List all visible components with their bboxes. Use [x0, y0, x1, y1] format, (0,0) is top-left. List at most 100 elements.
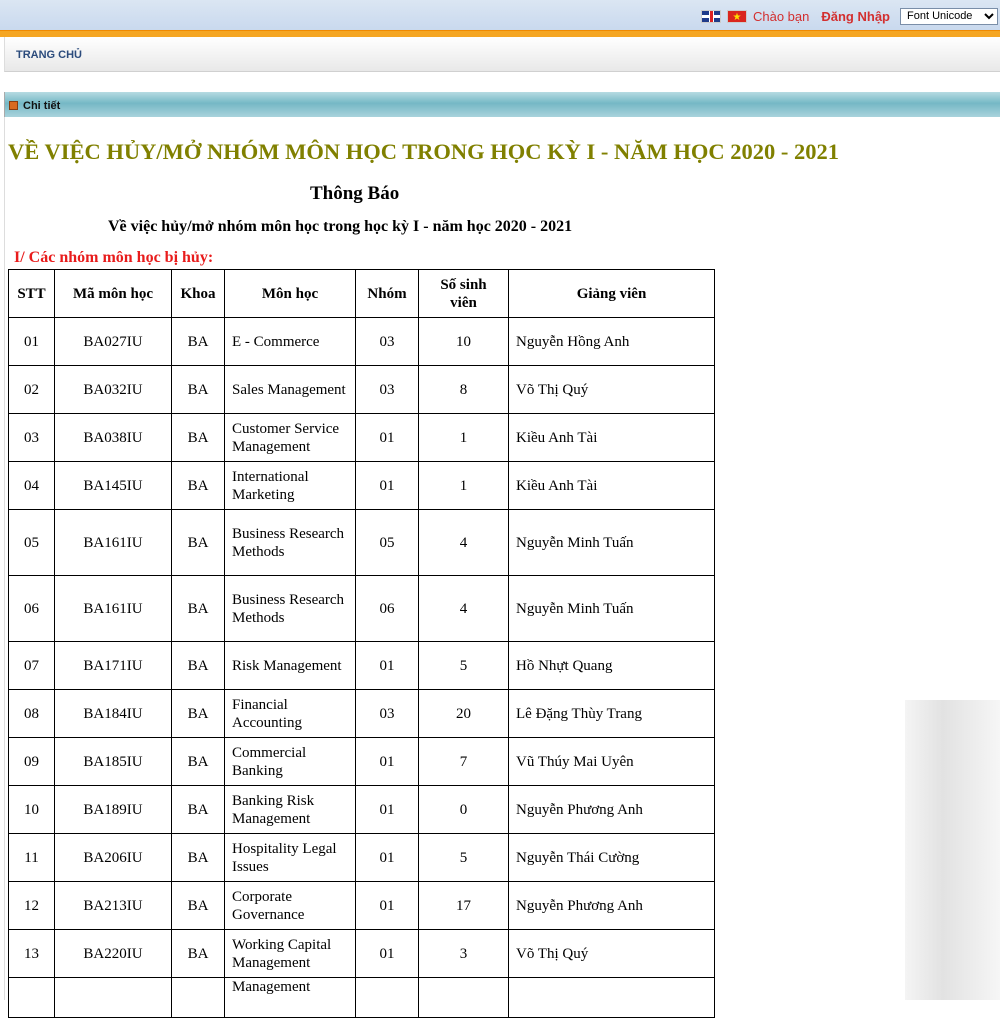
row-course-code: BA038IU	[54, 413, 172, 462]
row-stt: 03	[8, 413, 55, 462]
row-faculty: BA	[171, 881, 225, 930]
row-lecturer: Kiều Anh Tài	[508, 461, 715, 510]
article-headline: VỀ VIỆC HỦY/MỞ NHÓM MÔN HỌC TRONG HỌC KỲ…	[8, 139, 840, 164]
row-faculty: BA	[171, 833, 225, 882]
section-header: Chi tiết	[4, 92, 1000, 117]
row-lecturer: Nguyễn Phương Anh	[508, 881, 715, 930]
row-student-count: 0	[418, 785, 509, 834]
cancelled-groups-label: I/ Các nhóm môn học bị hủy:	[14, 249, 214, 266]
row-course-name: Business Research Methods	[224, 509, 356, 576]
table-row: 06 BA161IU BA Business Research Methods 06 4 N…	[8, 575, 715, 642]
table-row: 02 BA032IU BA Sales Management 03 8 Võ Thị Quý	[8, 365, 715, 414]
row-faculty: BA	[171, 413, 225, 462]
row-stt: 07	[8, 641, 55, 690]
row-student-count: 7	[418, 737, 509, 786]
font-select[interactable]: Font Unicode	[900, 7, 998, 25]
row-lecturer: Võ Thị Quý	[508, 929, 715, 978]
row-course-code: BA206IU	[54, 833, 172, 882]
row-lecturer: Nguyễn Hồng Anh	[508, 317, 715, 366]
row-faculty	[171, 977, 225, 1018]
row-course-name: Corporate Governance	[224, 881, 356, 930]
header-lecturer: Giảng viên	[508, 269, 715, 318]
nav-home-link[interactable]: TRANG CHỦ	[16, 49, 82, 61]
row-student-count: 17	[418, 881, 509, 930]
row-group	[355, 977, 419, 1018]
row-group: 01	[355, 413, 419, 462]
row-lecturer: Hồ Nhựt Quang	[508, 641, 715, 690]
top-bar-actions: ★ Chào bạn Đăng Nhập Font Unicode	[700, 6, 998, 26]
greeting-text: Chào bạn	[752, 8, 810, 24]
row-lecturer: Lê Đặng Thùy Trang	[508, 689, 715, 738]
row-stt: 13	[8, 929, 55, 978]
row-group: 01	[355, 461, 419, 510]
row-group: 01	[355, 881, 419, 930]
row-group: 05	[355, 509, 419, 576]
row-course-name: International Marketing	[224, 461, 356, 510]
table-row: 01 BA027IU BA E - Commerce 03 10 Nguyễn Hồng A…	[8, 317, 715, 366]
row-student-count: 4	[418, 575, 509, 642]
row-student-count: 3	[418, 929, 509, 978]
row-stt: 02	[8, 365, 55, 414]
row-student-count: 1	[418, 461, 509, 510]
header-course-code: Mã môn học	[54, 269, 172, 318]
table-body: 01 BA027IU BA E - Commerce 03 10 Nguyễn Hồng A…	[8, 317, 715, 1018]
row-faculty: BA	[171, 737, 225, 786]
row-student-count: 5	[418, 641, 509, 690]
row-lecturer: Võ Thị Quý	[508, 365, 715, 414]
row-student-count: 20	[418, 689, 509, 738]
english-flag-icon[interactable]	[700, 9, 721, 23]
row-course-name: Hospitality Legal Issues	[224, 833, 356, 882]
row-course-name: Working Capital Management	[224, 929, 356, 978]
row-faculty: BA	[171, 689, 225, 738]
row-group: 01	[355, 929, 419, 978]
row-course-code: BA145IU	[54, 461, 172, 510]
row-stt: 11	[8, 833, 55, 882]
table-row: 03 BA038IU BA Customer Service Management 01…	[8, 413, 715, 462]
row-course-code: BA184IU	[54, 689, 172, 738]
section-bullet-icon	[9, 101, 18, 110]
main-nav: TRANG CHỦ	[4, 37, 1000, 72]
table-row: 12 BA213IU BA Corporate Governance 01 17 Nguyễ…	[8, 881, 715, 930]
row-student-count: 8	[418, 365, 509, 414]
top-bar: ★ Chào bạn Đăng Nhập Font Unicode	[0, 0, 1000, 30]
row-group: 03	[355, 365, 419, 414]
row-stt: 04	[8, 461, 55, 510]
row-stt	[8, 977, 55, 1018]
row-stt: 10	[8, 785, 55, 834]
notice-subtitle: Về việc hủy/mở nhóm môn học trong học kỳ…	[108, 218, 573, 235]
row-group: 03	[355, 689, 419, 738]
row-student-count: 1	[418, 413, 509, 462]
scroll-shadow	[905, 700, 1000, 1000]
row-lecturer: Nguyễn Minh Tuấn	[508, 509, 715, 576]
row-course-code: BA161IU	[54, 509, 172, 576]
row-course-name: Commercial Banking	[224, 737, 356, 786]
row-group: 01	[355, 737, 419, 786]
table-row: Management	[8, 977, 715, 1018]
row-course-code: BA189IU	[54, 785, 172, 834]
table-row: 13 BA220IU BA Working Capital Management 01 3…	[8, 929, 715, 978]
row-course-name: Banking Risk Management	[224, 785, 356, 834]
row-faculty: BA	[171, 461, 225, 510]
row-course-name: E - Commerce	[224, 317, 356, 366]
row-faculty: BA	[171, 365, 225, 414]
row-lecturer: Vũ Thúy Mai Uyên	[508, 737, 715, 786]
vietnam-flag-icon[interactable]: ★	[726, 9, 747, 23]
cancelled-courses-table: STT Mã môn học Khoa Môn học Nhóm Số sinh…	[8, 269, 715, 1018]
header-student-count: Số sinh viên	[418, 269, 509, 318]
header-faculty: Khoa	[171, 269, 225, 318]
row-faculty: BA	[171, 929, 225, 978]
row-lecturer: Kiều Anh Tài	[508, 413, 715, 462]
row-student-count: 4	[418, 509, 509, 576]
table-row: 09 BA185IU BA Commercial Banking 01 7 Vũ Thúy …	[8, 737, 715, 786]
row-stt: 08	[8, 689, 55, 738]
header-course-name: Môn học	[224, 269, 356, 318]
row-stt: 12	[8, 881, 55, 930]
row-course-code: BA213IU	[54, 881, 172, 930]
login-link[interactable]: Đăng Nhập	[821, 9, 890, 24]
table-header-row: STT Mã môn học Khoa Môn học Nhóm Số sinh…	[8, 269, 715, 318]
row-group: 06	[355, 575, 419, 642]
row-course-code: BA185IU	[54, 737, 172, 786]
article-content: VỀ VIỆC HỦY/MỞ NHÓM MÔN HỌC TRONG HỌC KỲ…	[4, 117, 1000, 1018]
table-row: 07 BA171IU BA Risk Management 01 5 Hồ Nhựt Qua…	[8, 641, 715, 690]
row-lecturer: Nguyễn Phương Anh	[508, 785, 715, 834]
